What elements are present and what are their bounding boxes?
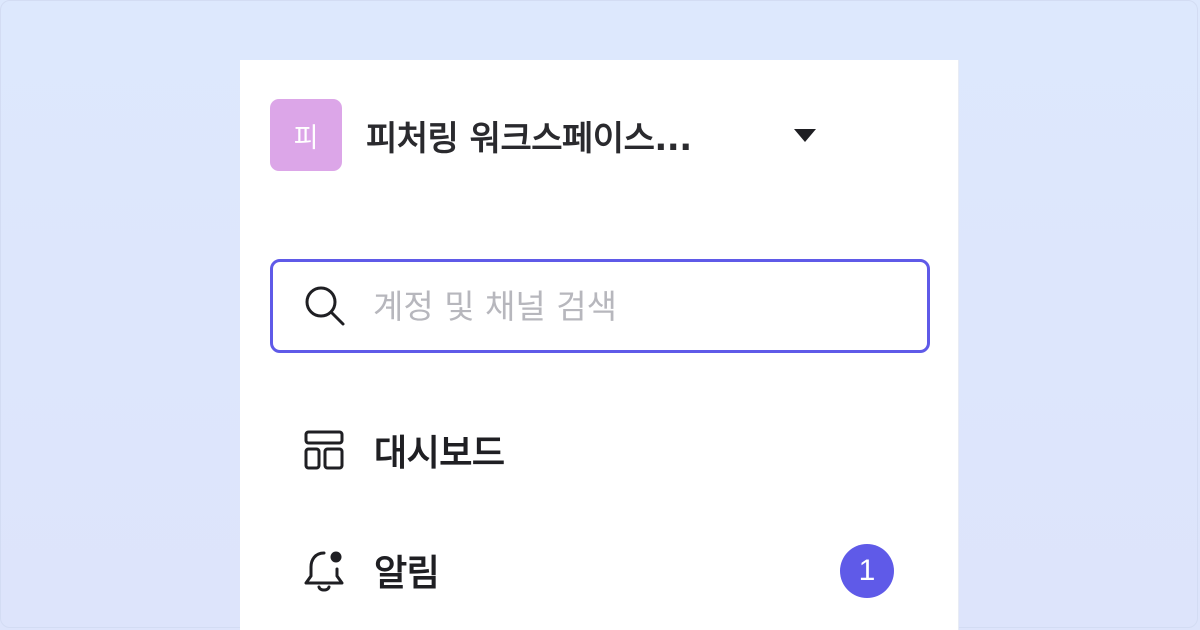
search-box[interactable] xyxy=(270,259,930,353)
caret-down-icon[interactable] xyxy=(794,128,816,142)
notification-count-badge: 1 xyxy=(840,544,894,598)
sidebar-item-alerts[interactable]: 알림 1 xyxy=(270,532,930,608)
search-icon xyxy=(305,286,345,326)
sidebar-item-label: 알림 xyxy=(374,553,440,594)
workspace-avatar: 피 xyxy=(270,99,342,171)
sidebar-item-dashboard[interactable]: 대시보드 xyxy=(270,412,930,488)
bell-icon xyxy=(304,551,344,592)
workspace-switcher[interactable]: 피 피처링 워크스페이스... xyxy=(270,99,830,171)
sidebar-item-label: 대시보드 xyxy=(374,433,505,474)
sidebar-panel: 피 피처링 워크스페이스... 대시보드 알림 1 xyxy=(240,60,958,630)
search-input[interactable] xyxy=(373,286,893,326)
workspace-avatar-letter: 피 xyxy=(293,122,319,154)
workspace-name: 피처링 워크스페이스... xyxy=(366,118,692,159)
dashboard-icon xyxy=(304,430,344,470)
